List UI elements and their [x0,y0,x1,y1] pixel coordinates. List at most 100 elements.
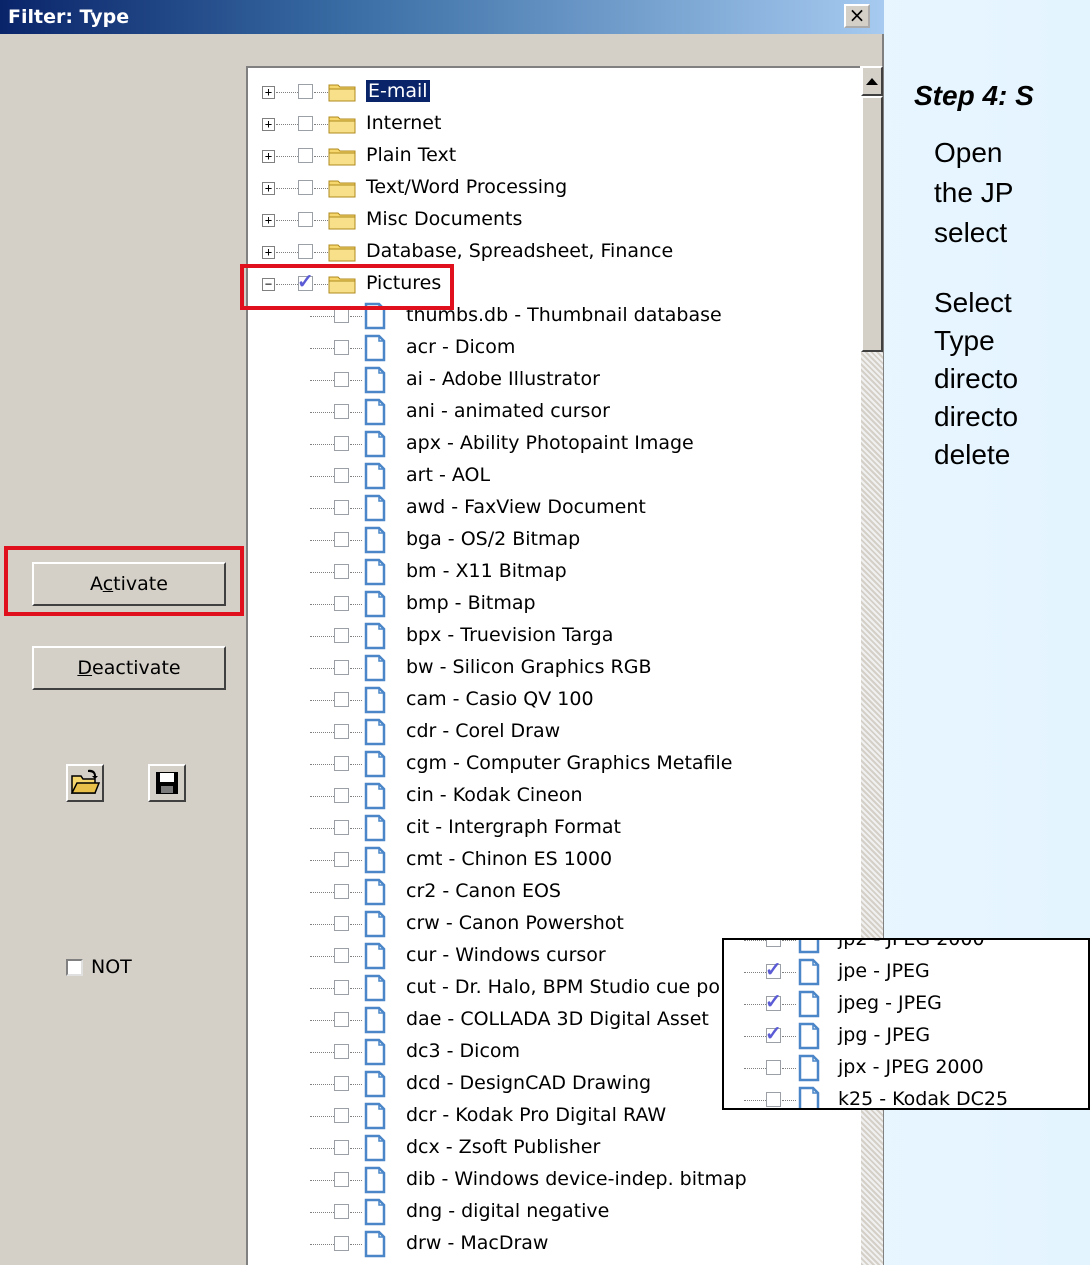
file-type-checkbox[interactable] [334,692,349,707]
tree-file-type-row[interactable]: crw - Canon Powershot [248,908,828,940]
file-type-checkbox[interactable] [334,916,349,931]
tree-file-type-row[interactable]: bpx - Truevision Targa [248,620,828,652]
tree-file-type-row[interactable]: dcx - Zsoft Publisher [248,1132,828,1164]
tree-file-type-row[interactable]: drw - MacDraw [248,1228,828,1260]
file-type-checkbox[interactable] [334,724,349,739]
file-icon [364,366,386,394]
tree-file-type-row[interactable]: cam - Casio QV 100 [248,684,828,716]
tree-file-type-row[interactable]: acr - Dicom [248,332,828,364]
tree-category-row[interactable]: + Database, Spreadsheet, Finance [248,236,828,268]
file-type-checkbox[interactable] [334,756,349,771]
category-checkbox[interactable] [298,84,313,99]
category-checkbox[interactable] [298,148,313,163]
tree-category-row[interactable]: + E-mail [248,76,828,108]
file-type-checkbox[interactable] [334,660,349,675]
category-checkbox[interactable] [298,180,313,195]
file-type-checkbox[interactable] [334,1044,349,1059]
expand-icon[interactable]: + [262,246,275,259]
not-label: NOT [91,956,132,978]
activate-button[interactable]: Activate [32,562,226,606]
tree-file-type-row[interactable]: cmt - Chinon ES 1000 [248,844,828,876]
file-type-checkbox[interactable] [334,884,349,899]
file-type-checkbox[interactable] [334,948,349,963]
checkmark-icon: ✓ [765,1023,782,1045]
scroll-up-button[interactable] [861,66,883,96]
tree-file-type-row[interactable]: cgm - Computer Graphics Metafile [248,748,828,780]
file-type-checkbox[interactable] [334,372,349,387]
category-checkbox[interactable]: ✓ [297,271,314,293]
file-type-checkbox[interactable] [334,1172,349,1187]
folder-icon [328,180,356,198]
deactivate-button[interactable]: Deactivate [32,646,226,690]
file-type-label: bmp - Bitmap [406,592,536,614]
scroll-thumb[interactable] [861,96,883,352]
tree-category-row[interactable]: + Text/Word Processing [248,172,828,204]
file-type-checkbox[interactable] [334,308,349,323]
tree-file-type-row[interactable]: ani - animated cursor [248,396,828,428]
file-type-checkbox[interactable] [334,436,349,451]
inset-file-type-label: jpx - JPEG 2000 [838,1056,984,1078]
file-type-checkbox[interactable] [334,820,349,835]
file-type-label: cr2 - Canon EOS [406,880,561,902]
file-type-label: dcx - Zsoft Publisher [406,1136,601,1158]
file-type-checkbox[interactable] [334,852,349,867]
file-type-checkbox[interactable] [334,596,349,611]
instruction-line: Open [934,137,1003,168]
tree-file-type-row[interactable]: art - AOL [248,460,828,492]
tree-file-type-row[interactable]: bga - OS/2 Bitmap [248,524,828,556]
file-type-checkbox[interactable] [334,532,349,547]
expand-icon[interactable]: + [262,214,275,227]
file-type-label: cmt - Chinon ES 1000 [406,848,613,870]
tree-file-type-row[interactable]: bw - Silicon Graphics RGB [248,652,828,684]
file-type-checkbox[interactable] [334,1140,349,1155]
tree-file-type-row[interactable]: thumbs.db - Thumbnail database [248,300,828,332]
file-type-checkbox[interactable] [334,340,349,355]
folder-icon [328,212,356,230]
expand-icon[interactable]: + [262,86,275,99]
file-icon [364,462,386,490]
tree-file-type-row[interactable]: cr2 - Canon EOS [248,876,828,908]
not-option[interactable]: NOT [66,956,132,978]
file-type-checkbox[interactable] [334,404,349,419]
file-type-checkbox[interactable] [334,1108,349,1123]
tree-file-type-row[interactable]: cit - Intergraph Format [248,812,828,844]
tree-file-type-row[interactable]: awd - FaxView Document [248,492,828,524]
close-button[interactable]: × [844,4,870,28]
file-type-checkbox[interactable] [334,980,349,995]
tree-category-row[interactable]: + Plain Text [248,140,828,172]
open-folder-button[interactable] [66,764,104,802]
file-type-checkbox[interactable] [334,500,349,515]
tree-category-row[interactable]: − ✓ Pictures [248,268,828,300]
collapse-icon[interactable]: − [262,278,275,291]
file-type-checkbox[interactable] [334,468,349,483]
tree-file-type-row[interactable]: dib - Windows device-indep. bitmap [248,1164,828,1196]
file-type-label: acr - Dicom [406,336,516,358]
expand-icon[interactable]: + [262,182,275,195]
file-type-checkbox[interactable] [334,1076,349,1091]
category-label: E-mail [365,79,431,103]
file-type-checkbox[interactable] [334,1236,349,1251]
category-checkbox[interactable] [298,212,313,227]
file-type-label: cgm - Computer Graphics Metafile [406,752,733,774]
expand-icon[interactable]: + [262,150,275,163]
tree-file-type-row[interactable]: cin - Kodak Cineon [248,780,828,812]
file-type-checkbox[interactable] [334,564,349,579]
category-checkbox[interactable] [298,244,313,259]
tree-file-type-row[interactable]: ai - Adobe Illustrator [248,364,828,396]
file-type-checkbox[interactable] [334,628,349,643]
save-button[interactable] [148,764,186,802]
file-type-checkbox[interactable] [334,1204,349,1219]
tree-file-type-row[interactable]: bm - X11 Bitmap [248,556,828,588]
tree-file-type-row[interactable]: cdr - Corel Draw [248,716,828,748]
tree-file-type-row[interactable]: dng - digital negative [248,1196,828,1228]
tree-category-row[interactable]: + Internet [248,108,828,140]
not-checkbox[interactable] [66,958,83,976]
tree-file-type-row[interactable]: apx - Ability Photopaint Image [248,428,828,460]
category-checkbox[interactable] [298,116,313,131]
file-type-checkbox[interactable] [334,1012,349,1027]
expand-icon[interactable]: + [262,118,275,131]
file-type-checkbox[interactable] [334,788,349,803]
tree-file-type-row[interactable]: bmp - Bitmap [248,588,828,620]
tree-category-row[interactable]: + Misc Documents [248,204,828,236]
file-icon [364,1198,386,1226]
